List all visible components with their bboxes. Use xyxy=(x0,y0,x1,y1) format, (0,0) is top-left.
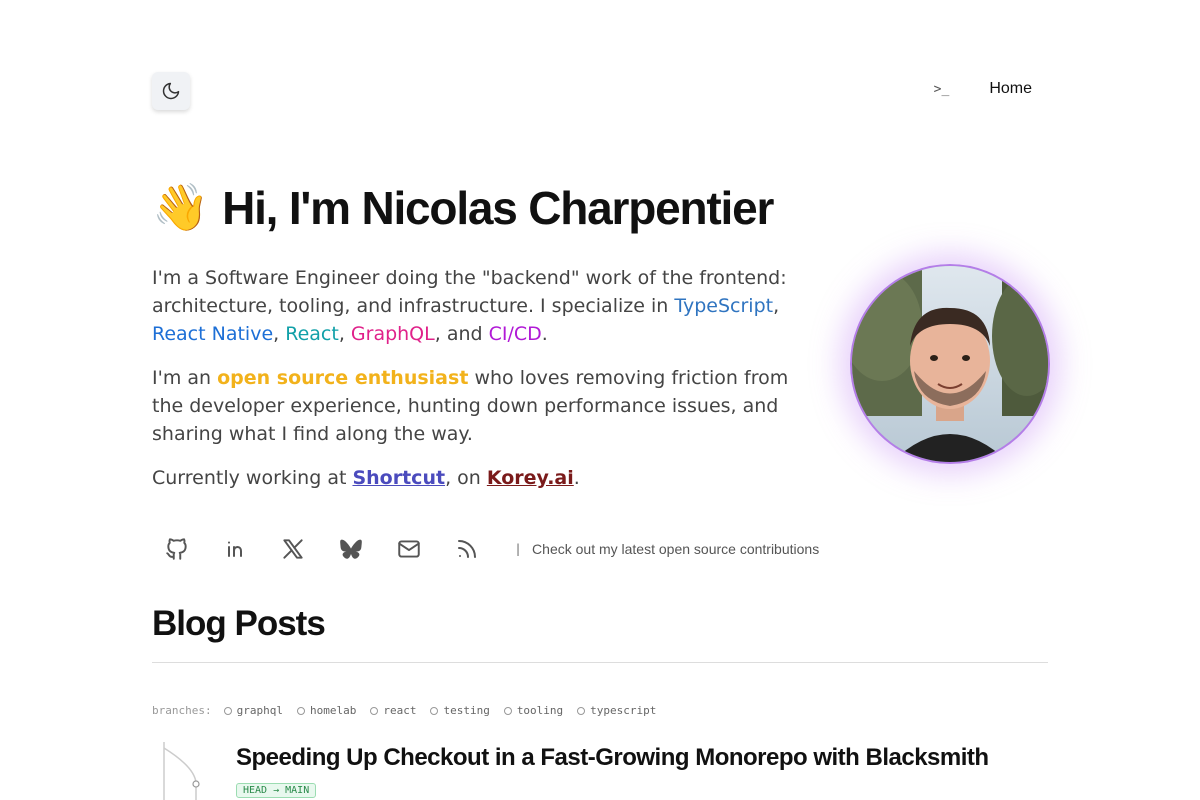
nav-home-link[interactable]: Home xyxy=(989,80,1032,98)
theme-toggle-button[interactable] xyxy=(152,72,190,110)
intro: I'm a Software Engineer doing the "backe… xyxy=(152,264,824,508)
linkedin-link[interactable] xyxy=(210,530,260,568)
rss-link[interactable] xyxy=(442,530,492,568)
wave-emoji: 👋 xyxy=(152,181,209,233)
separator-text: , and xyxy=(434,323,489,345)
intro-paragraph-3: Currently working at Shortcut, on Korey.… xyxy=(152,464,824,492)
branch-dot-icon xyxy=(430,706,439,715)
period-text: . xyxy=(541,323,548,345)
separator-text: , xyxy=(338,323,351,345)
page: >_ Home 👋 Hi, I'm Nicolas Charpentier I'… xyxy=(0,0,1200,800)
branch-filter: branches: graphql homelab react testing … xyxy=(152,704,670,717)
branch-label: graphql xyxy=(236,704,283,717)
branch-label: testing xyxy=(443,704,490,717)
linkedin-icon xyxy=(228,541,242,557)
social-links: | Check out my latest open source contri… xyxy=(152,530,819,568)
branch-testing[interactable]: testing xyxy=(430,704,490,717)
react-link[interactable]: React xyxy=(285,323,339,345)
react-native-link[interactable]: React Native xyxy=(152,323,273,345)
shortcut-link[interactable]: Shortcut xyxy=(352,467,445,489)
blog-divider xyxy=(152,662,1048,663)
branch-label: tooling xyxy=(516,704,564,717)
social-separator: | xyxy=(516,542,521,556)
rss-icon xyxy=(458,540,476,558)
branch-react[interactable]: react xyxy=(370,704,416,717)
hero-title-text: Hi, I'm Nicolas Charpentier xyxy=(222,181,774,234)
branch-typescript[interactable]: typescript xyxy=(577,704,656,717)
github-icon xyxy=(166,538,187,560)
moon-icon xyxy=(162,82,180,100)
branch-homelab[interactable]: homelab xyxy=(296,704,357,717)
branch-tooling[interactable]: tooling xyxy=(503,704,564,717)
typescript-link[interactable]: TypeScript xyxy=(674,295,773,317)
avatar-photo xyxy=(852,266,1048,462)
avatar-wrapper xyxy=(850,264,1050,464)
branch-dot-icon xyxy=(223,706,232,715)
branch-dot-icon xyxy=(370,706,379,715)
x-link[interactable] xyxy=(268,530,318,568)
separator-text: , xyxy=(273,323,286,345)
intro-text: I'm an xyxy=(152,367,218,389)
branch-graphql[interactable]: graphql xyxy=(223,704,283,717)
terminal-link[interactable]: >_ xyxy=(934,82,950,97)
blog-section-title: Blog Posts xyxy=(152,604,326,643)
contributions-link[interactable]: Check out my latest open source contribu… xyxy=(532,541,819,557)
branch-dot-icon xyxy=(577,706,586,715)
branch-label: react xyxy=(383,704,417,717)
period-text: . xyxy=(573,467,580,489)
email-link[interactable] xyxy=(384,530,434,568)
branch-label: typescript xyxy=(590,704,657,717)
git-graph-icon xyxy=(163,742,200,800)
branches-label: branches: xyxy=(152,704,212,717)
post-title-link[interactable]: Speeding Up Checkout in a Fast-Growing M… xyxy=(236,744,989,772)
bluesky-link[interactable] xyxy=(326,530,376,568)
head-main-badge: HEAD → MAIN xyxy=(236,783,317,798)
intro-paragraph-1: I'm a Software Engineer doing the "backe… xyxy=(152,264,824,348)
mail-icon xyxy=(398,540,420,558)
branch-dot-icon xyxy=(503,706,512,715)
branch-label: homelab xyxy=(309,704,357,717)
open-source-link[interactable]: open source enthusiast xyxy=(217,367,468,389)
intro-text: Currently working at xyxy=(152,467,353,489)
cicd-link[interactable]: CI/CD xyxy=(489,323,542,345)
branch-dot-icon xyxy=(296,706,305,715)
graphql-link[interactable]: GraphQL xyxy=(351,323,435,345)
github-link[interactable] xyxy=(152,530,202,568)
intro-text: , on xyxy=(445,467,487,489)
main-nav: >_ Home xyxy=(934,80,1032,98)
hero-title: 👋 Hi, I'm Nicolas Charpentier xyxy=(152,180,774,235)
separator-text: , xyxy=(773,295,780,317)
bluesky-icon xyxy=(340,539,362,559)
x-icon xyxy=(283,539,303,559)
intro-paragraph-2: I'm an open source enthusiast who loves … xyxy=(152,364,824,448)
avatar xyxy=(850,264,1050,464)
korey-link[interactable]: Korey.ai xyxy=(487,467,574,489)
